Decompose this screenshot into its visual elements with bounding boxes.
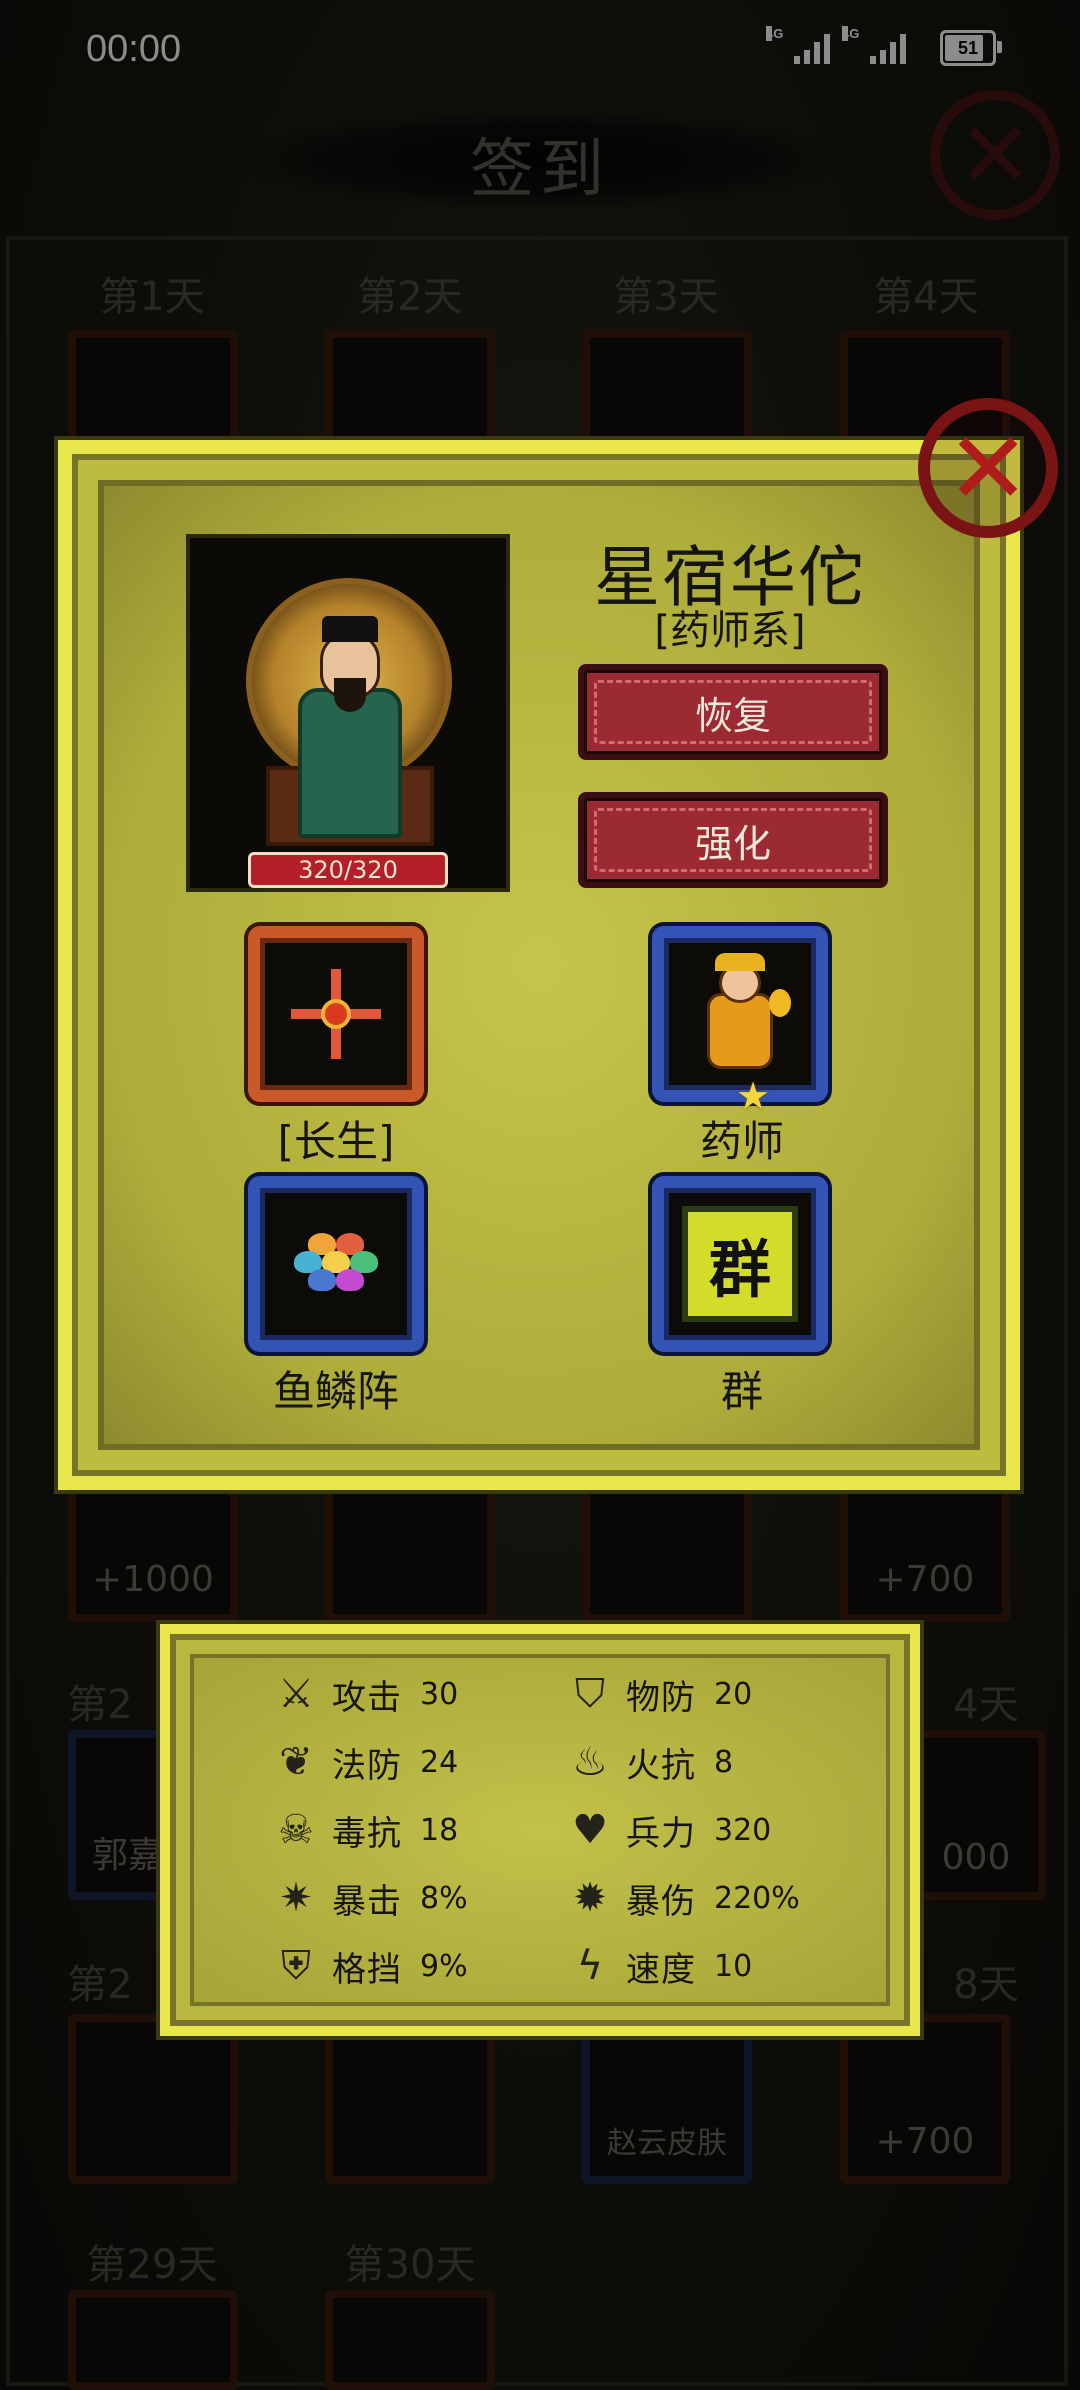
heart-icon: ♥ <box>572 1807 608 1853</box>
enhance-button[interactable]: 强化 <box>578 792 888 888</box>
skill-label: [长生] <box>277 1117 395 1166</box>
role-label: 药师 <box>699 1117 784 1166</box>
hero-portrait <box>186 534 510 892</box>
stat-crit-damage: ✹ 暴伤 220% <box>566 1870 800 1926</box>
stat-troops: ♥ 兵力 320 <box>566 1802 771 1858</box>
stat-fire-resist: ♨ 火抗 8 <box>566 1734 733 1790</box>
stat-poison-resist: ☠ 毒抗 18 <box>272 1802 458 1858</box>
faction-slot[interactable]: 群 <box>652 1176 828 1352</box>
stat-block: ⛨ 格挡 9% <box>272 1938 468 1994</box>
formation-label: 鱼鳞阵 <box>272 1367 399 1416</box>
leaf-icon: ❦ <box>279 1739 313 1785</box>
skull-icon: ☠ <box>278 1807 314 1853</box>
faction-flag-icon: 群 <box>682 1206 798 1322</box>
restore-button[interactable]: 恢复 <box>578 664 888 760</box>
claw-icon: ✷ <box>279 1875 313 1921</box>
doctor-icon <box>685 949 795 1079</box>
formation-slot[interactable] <box>248 1176 424 1352</box>
skill-slot[interactable] <box>248 926 424 1102</box>
stat-speed: ϟ 速度 10 <box>566 1938 752 1994</box>
block-icon: ⛨ <box>281 1943 311 1989</box>
sword-icon: ⚔ <box>278 1671 314 1717</box>
stat-crit: ✷ 暴击 8% <box>272 1870 467 1926</box>
close-icon[interactable]: ✕ <box>918 398 1058 538</box>
compass-star-icon <box>291 969 381 1059</box>
bomb-icon: ✹ <box>573 1875 607 1921</box>
stat-attack: ⚔ 攻击 30 <box>272 1666 458 1722</box>
fish-scale-icon <box>288 1229 384 1299</box>
stat-magic-defense: ❦ 法防 24 <box>272 1734 458 1790</box>
shield-icon: ⛉ <box>575 1671 605 1717</box>
flame-icon: ♨ <box>572 1739 608 1785</box>
faction-label: 群 <box>720 1367 763 1416</box>
stat-physical-defense: ⛉ 物防 20 <box>566 1666 752 1722</box>
hp-bar: 320/320 <box>248 852 448 888</box>
lightning-icon: ϟ <box>576 1943 604 1989</box>
hero-class: [药师系] <box>654 608 806 654</box>
role-slot[interactable]: ★ <box>652 926 828 1118</box>
